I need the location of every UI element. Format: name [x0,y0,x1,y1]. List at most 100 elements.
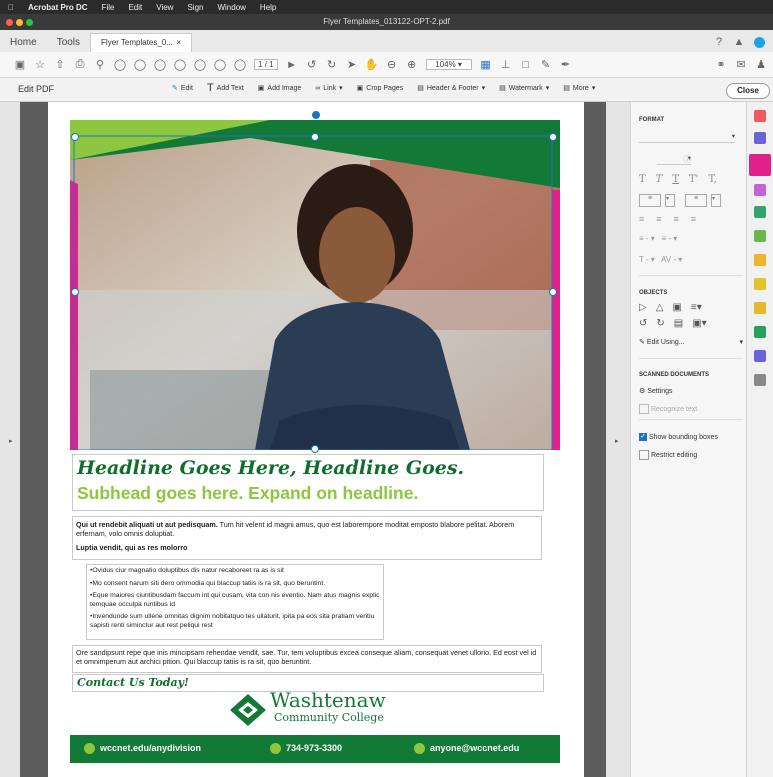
organize-pages-icon[interactable] [754,230,766,242]
edit-using-select[interactable]: ✎ Edit Using... ▾ [639,338,743,346]
flip-horizontal-icon[interactable]: ▷ [639,302,647,313]
align-center-icon[interactable]: ≡ [656,214,661,224]
combine-files-icon[interactable] [754,132,766,144]
subscript-icon[interactable]: T, [708,174,716,185]
footer-web[interactable]: wccnet.edu/anydivision [84,743,201,755]
resize-handle[interactable] [549,133,557,141]
export-pdf-icon[interactable] [754,110,766,122]
print-production-icon[interactable] [754,326,766,338]
chevron-down-icon[interactable]: ▾ [711,194,721,207]
footer-phone[interactable]: 734-973-3300 [270,743,342,755]
rotate-right-icon[interactable]: ↻ [326,59,338,71]
hand-icon[interactable]: ✋ [365,59,379,71]
comment-tool-icon[interactable] [754,184,766,196]
tab-document[interactable]: Flyer Templates_0... × [90,33,193,52]
protect-icon[interactable] [754,350,766,362]
underline-icon[interactable]: T [672,174,679,185]
bullet-list[interactable]: •Ovidus ciur magnatio doluptibus dis nat… [86,564,384,640]
zoom-out-icon[interactable]: ⊖ [386,59,398,71]
text-style-icon[interactable]: T [639,174,646,185]
menu-file[interactable]: File [102,3,115,12]
tool-circle-icon[interactable]: ◯ [134,59,146,71]
page-number-input[interactable]: 1 / 1 [254,59,278,70]
apple-icon[interactable]:  [8,3,14,12]
settings-button[interactable]: ⚙ Settings [639,387,673,395]
intro-paragraph[interactable]: Qui ut rendebit aliquati ut aut pedisqua… [72,516,542,560]
spacing-row[interactable]: ≡ - ▾ ≡ - ▾ [639,234,735,243]
sign-icon[interactable]: ✒ [560,59,572,71]
close-button[interactable]: Close [726,83,770,99]
pen-icon[interactable]: ✎ [540,59,552,71]
bullet-list-icon[interactable]: ≡ [639,194,661,207]
align-right-icon[interactable]: ≡ [674,214,679,224]
header-footer-button[interactable]: ▤ Header & Footer ▾ [417,84,485,93]
watermark-button[interactable]: ▤ Watermark ▾ [499,84,549,93]
link-button[interactable]: ∞ Link ▾ [315,84,342,93]
recognize-text-checkbox[interactable]: Recognize text [639,404,697,414]
show-bounding-boxes-checkbox[interactable]: ✓ Show bounding boxes [639,433,718,441]
fill-sign-icon[interactable] [754,254,766,266]
menu-view[interactable]: View [156,3,173,12]
right-scroll-strip[interactable]: ▸ [606,102,630,777]
zoom-search-icon[interactable]: ⚲ [94,59,106,71]
resize-handle[interactable] [71,133,79,141]
resize-handle[interactable] [311,445,319,453]
save-icon[interactable]: ▣ [14,59,26,71]
superscript-icon[interactable]: T' [689,174,698,185]
body-paragraph[interactable]: Ore sandipsunt repe que inis mincipsam r… [72,645,542,673]
next-page-icon[interactable]: ◯ [234,59,246,71]
resize-handle[interactable] [71,288,79,296]
upload-icon[interactable]: ⇧ [54,59,66,71]
tab-home[interactable]: Home [0,34,47,52]
more-tools-icon[interactable] [754,374,766,386]
zoom-in-icon[interactable]: ⊕ [406,59,418,71]
scale-row[interactable]: T - ▾ AV - ▾ [639,255,735,264]
crop-pages-button[interactable]: ▣ Crop Pages [357,84,404,93]
resize-handle[interactable] [311,133,319,141]
comment-icon[interactable]: □ [520,59,532,71]
bookmark-star-icon[interactable]: ☆ [34,59,46,71]
add-image-button[interactable]: ▣ Add Image [258,84,301,93]
restrict-editing-checkbox[interactable]: Restrict editing [639,450,697,460]
select-icon[interactable]: ► [286,59,298,71]
menu-help[interactable]: Help [260,3,276,12]
collapse-right-icon[interactable]: ▸ [615,437,619,445]
rotate-left-icon[interactable]: ↺ [639,318,647,329]
rotate-right-icon[interactable]: ↻ [656,318,664,329]
menu-app[interactable]: Acrobat Pro DC [28,3,88,12]
avatar[interactable] [753,36,765,48]
numbered-list-icon[interactable]: ≡ [685,194,707,207]
crop-object-icon[interactable]: ▣ [672,302,681,313]
more-button[interactable]: ▤ More ▾ [563,84,595,93]
cursor-icon[interactable]: ➤ [346,59,358,71]
add-text-button[interactable]: T Add Text [207,82,244,94]
italic-icon[interactable]: T [656,174,663,185]
comment-bubble-icon[interactable] [754,302,766,314]
rotate-left-icon[interactable]: ↺ [306,59,318,71]
headline-box[interactable]: Headline Goes Here, Headline Goes. Subhe… [72,454,544,511]
prev-page-icon[interactable]: ◯ [214,59,226,71]
arrange-icon[interactable]: ▣▾ [692,318,706,329]
close-window-icon[interactable] [6,19,13,26]
create-pdf-icon[interactable] [754,206,766,218]
resize-handle[interactable] [549,288,557,296]
tab-tools[interactable]: Tools [47,34,90,52]
align-left-icon[interactable]: ≡ [639,214,644,224]
edit-button[interactable]: ✎ Edit [172,84,193,93]
info-icon[interactable]: ⓘ [683,154,691,165]
maximize-window-icon[interactable] [26,19,33,26]
page-fit-icon[interactable]: ▦ [480,59,492,71]
menu-sign[interactable]: Sign [187,3,203,12]
tool-circle-icon[interactable]: ◯ [114,59,126,71]
align-objects-icon[interactable]: ≡▾ [691,302,702,313]
bell-icon[interactable]: ▲ [733,36,745,48]
zoom-select[interactable]: 104% ▾ [425,59,472,70]
tool-circle-icon[interactable]: ◯ [154,59,166,71]
edit-pdf-icon[interactable] [749,154,771,176]
justify-icon[interactable]: ≡ [691,214,696,224]
add-user-icon[interactable]: ♟ [755,59,767,71]
tool-circle-icon[interactable]: ◯ [194,59,206,71]
expand-left-icon[interactable]: ▸ [9,437,13,445]
menu-window[interactable]: Window [217,3,245,12]
help-icon[interactable]: ? [713,36,725,48]
